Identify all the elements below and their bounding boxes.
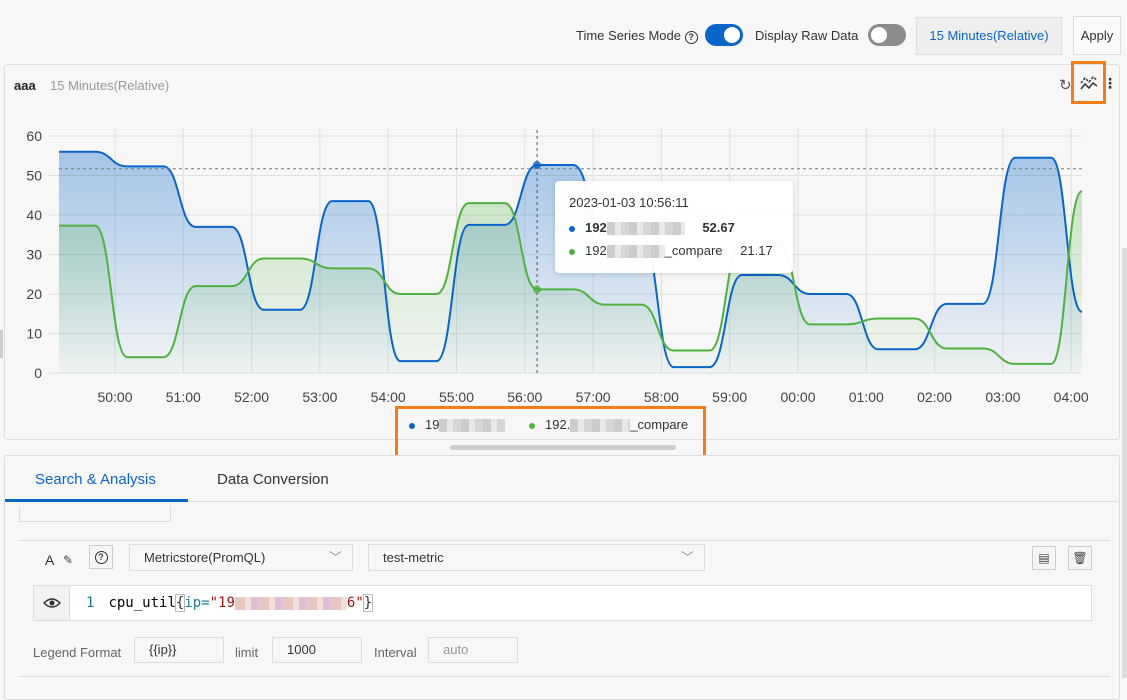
trash-icon: 🗑: [1072, 551, 1088, 565]
query-code[interactable]: 1 cpu_util{ip="19 6"}: [86, 594, 374, 612]
redacted-text: [439, 419, 506, 433]
y-tick-label: 30: [26, 247, 42, 263]
x-tick-label: 01:00: [849, 389, 884, 404]
query-editor[interactable]: 1 cpu_util{ip="19 6"}: [33, 585, 1092, 621]
help-icon: ?: [94, 550, 108, 564]
hover-point: [533, 285, 541, 294]
time-series-mode-label: Time Series Mode ?: [576, 28, 698, 44]
y-tick-label: 60: [26, 128, 42, 144]
query-label: A: [45, 552, 55, 568]
y-tick-label: 10: [26, 326, 42, 342]
legend-item-series-1[interactable]: 19: [409, 417, 506, 433]
apply-button[interactable]: Apply: [1073, 16, 1121, 55]
copy-button[interactable]: ▤: [1032, 546, 1056, 570]
page-scrollbar[interactable]: [1122, 248, 1127, 678]
x-tick-label: 56:00: [507, 389, 542, 404]
legend-format-input[interactable]: {{ip}}: [134, 637, 224, 663]
x-tick-label: 54:00: [371, 389, 406, 404]
legend-format-label: Legend Format: [33, 645, 122, 660]
edit-icon[interactable]: ✎: [63, 553, 73, 567]
tab-search-analysis[interactable]: Search & Analysis: [35, 471, 156, 488]
query-panel: Search & Analysis Data Conversion A ✎ ? …: [4, 455, 1120, 700]
chevron-down-icon: ﹀: [680, 550, 694, 565]
interval-input[interactable]: auto: [428, 637, 518, 663]
series-dot-icon: [569, 248, 575, 255]
tab-data-conversion[interactable]: Data Conversion: [217, 471, 329, 488]
series-dot-icon: [569, 225, 575, 232]
eye-icon: [42, 598, 61, 608]
display-raw-data-label: Display Raw Data: [755, 28, 859, 43]
help-button[interactable]: ?: [89, 545, 113, 569]
delete-button[interactable]: 🗑: [1068, 546, 1092, 570]
hover-point: [533, 160, 541, 169]
redacted-text: [606, 245, 665, 259]
collapsed-box: [19, 506, 171, 522]
time-series-mode-toggle[interactable]: [705, 24, 743, 46]
visibility-toggle[interactable]: [34, 586, 70, 620]
series-dot-icon: [529, 422, 535, 429]
x-tick-label: 04:00: [1054, 389, 1089, 404]
redacted-text: [606, 222, 685, 236]
redacted-text: [570, 419, 631, 433]
interval-label: Interval: [374, 645, 417, 660]
y-tick-label: 40: [26, 207, 42, 223]
x-tick-label: 03:00: [985, 389, 1020, 404]
x-tick-label: 02:00: [917, 389, 952, 404]
active-tab-indicator: [5, 499, 188, 502]
copy-icon: ▤: [1038, 551, 1050, 565]
time-range-button[interactable]: 15 Minutes(Relative): [916, 17, 1062, 55]
y-tick-label: 20: [26, 286, 42, 302]
x-tick-label: 55:00: [439, 389, 474, 404]
x-tick-label: 58:00: [644, 389, 679, 404]
chart-legend: 19 192. _compare: [395, 406, 706, 458]
redacted-text: [234, 596, 347, 610]
tab-divider: [188, 501, 1118, 502]
metric-select[interactable]: test-metric ﹀: [368, 544, 705, 571]
query-row: A ✎ ? Metricstore(PromQL) ﹀ test-metric ﹀ …: [19, 540, 1110, 677]
legend-item-series-2[interactable]: 192. _compare: [529, 417, 688, 433]
x-tick-label: 57:00: [576, 389, 611, 404]
x-tick-label: 53:00: [302, 389, 337, 404]
x-tick-label: 50:00: [97, 389, 132, 404]
x-tick-label: 52:00: [234, 389, 269, 404]
line-number: 1: [86, 595, 95, 611]
y-tick-label: 0: [34, 365, 42, 381]
legend-scrollbar[interactable]: [450, 445, 676, 450]
tooltip-value: 21.17: [740, 243, 773, 258]
x-tick-label: 51:00: [166, 389, 201, 404]
divider: [19, 676, 1110, 677]
top-toolbar: Time Series Mode ? Display Raw Data 15 M…: [0, 0, 1127, 62]
y-tick-label: 50: [26, 168, 42, 184]
series-dot-icon: [409, 422, 415, 429]
chart-tooltip: 2023-01-03 10:56:11 192 52.67 192 _compar…: [555, 181, 793, 273]
tooltip-time: 2023-01-03 10:56:11: [569, 195, 689, 210]
tooltip-row: 192 52.67: [569, 220, 735, 236]
limit-input[interactable]: 1000: [272, 637, 362, 663]
x-tick-label: 00:00: [780, 389, 815, 404]
tooltip-value: 52.67: [702, 220, 735, 235]
chevron-down-icon: ﹀: [328, 550, 342, 565]
limit-label: limit: [235, 645, 259, 660]
x-tick-label: 59:00: [712, 389, 747, 404]
datasource-select[interactable]: Metricstore(PromQL) ﹀: [129, 544, 353, 571]
help-icon[interactable]: ?: [684, 31, 698, 44]
display-raw-data-toggle[interactable]: [868, 24, 906, 46]
tooltip-row: 192 _compare 21.17: [569, 243, 773, 259]
